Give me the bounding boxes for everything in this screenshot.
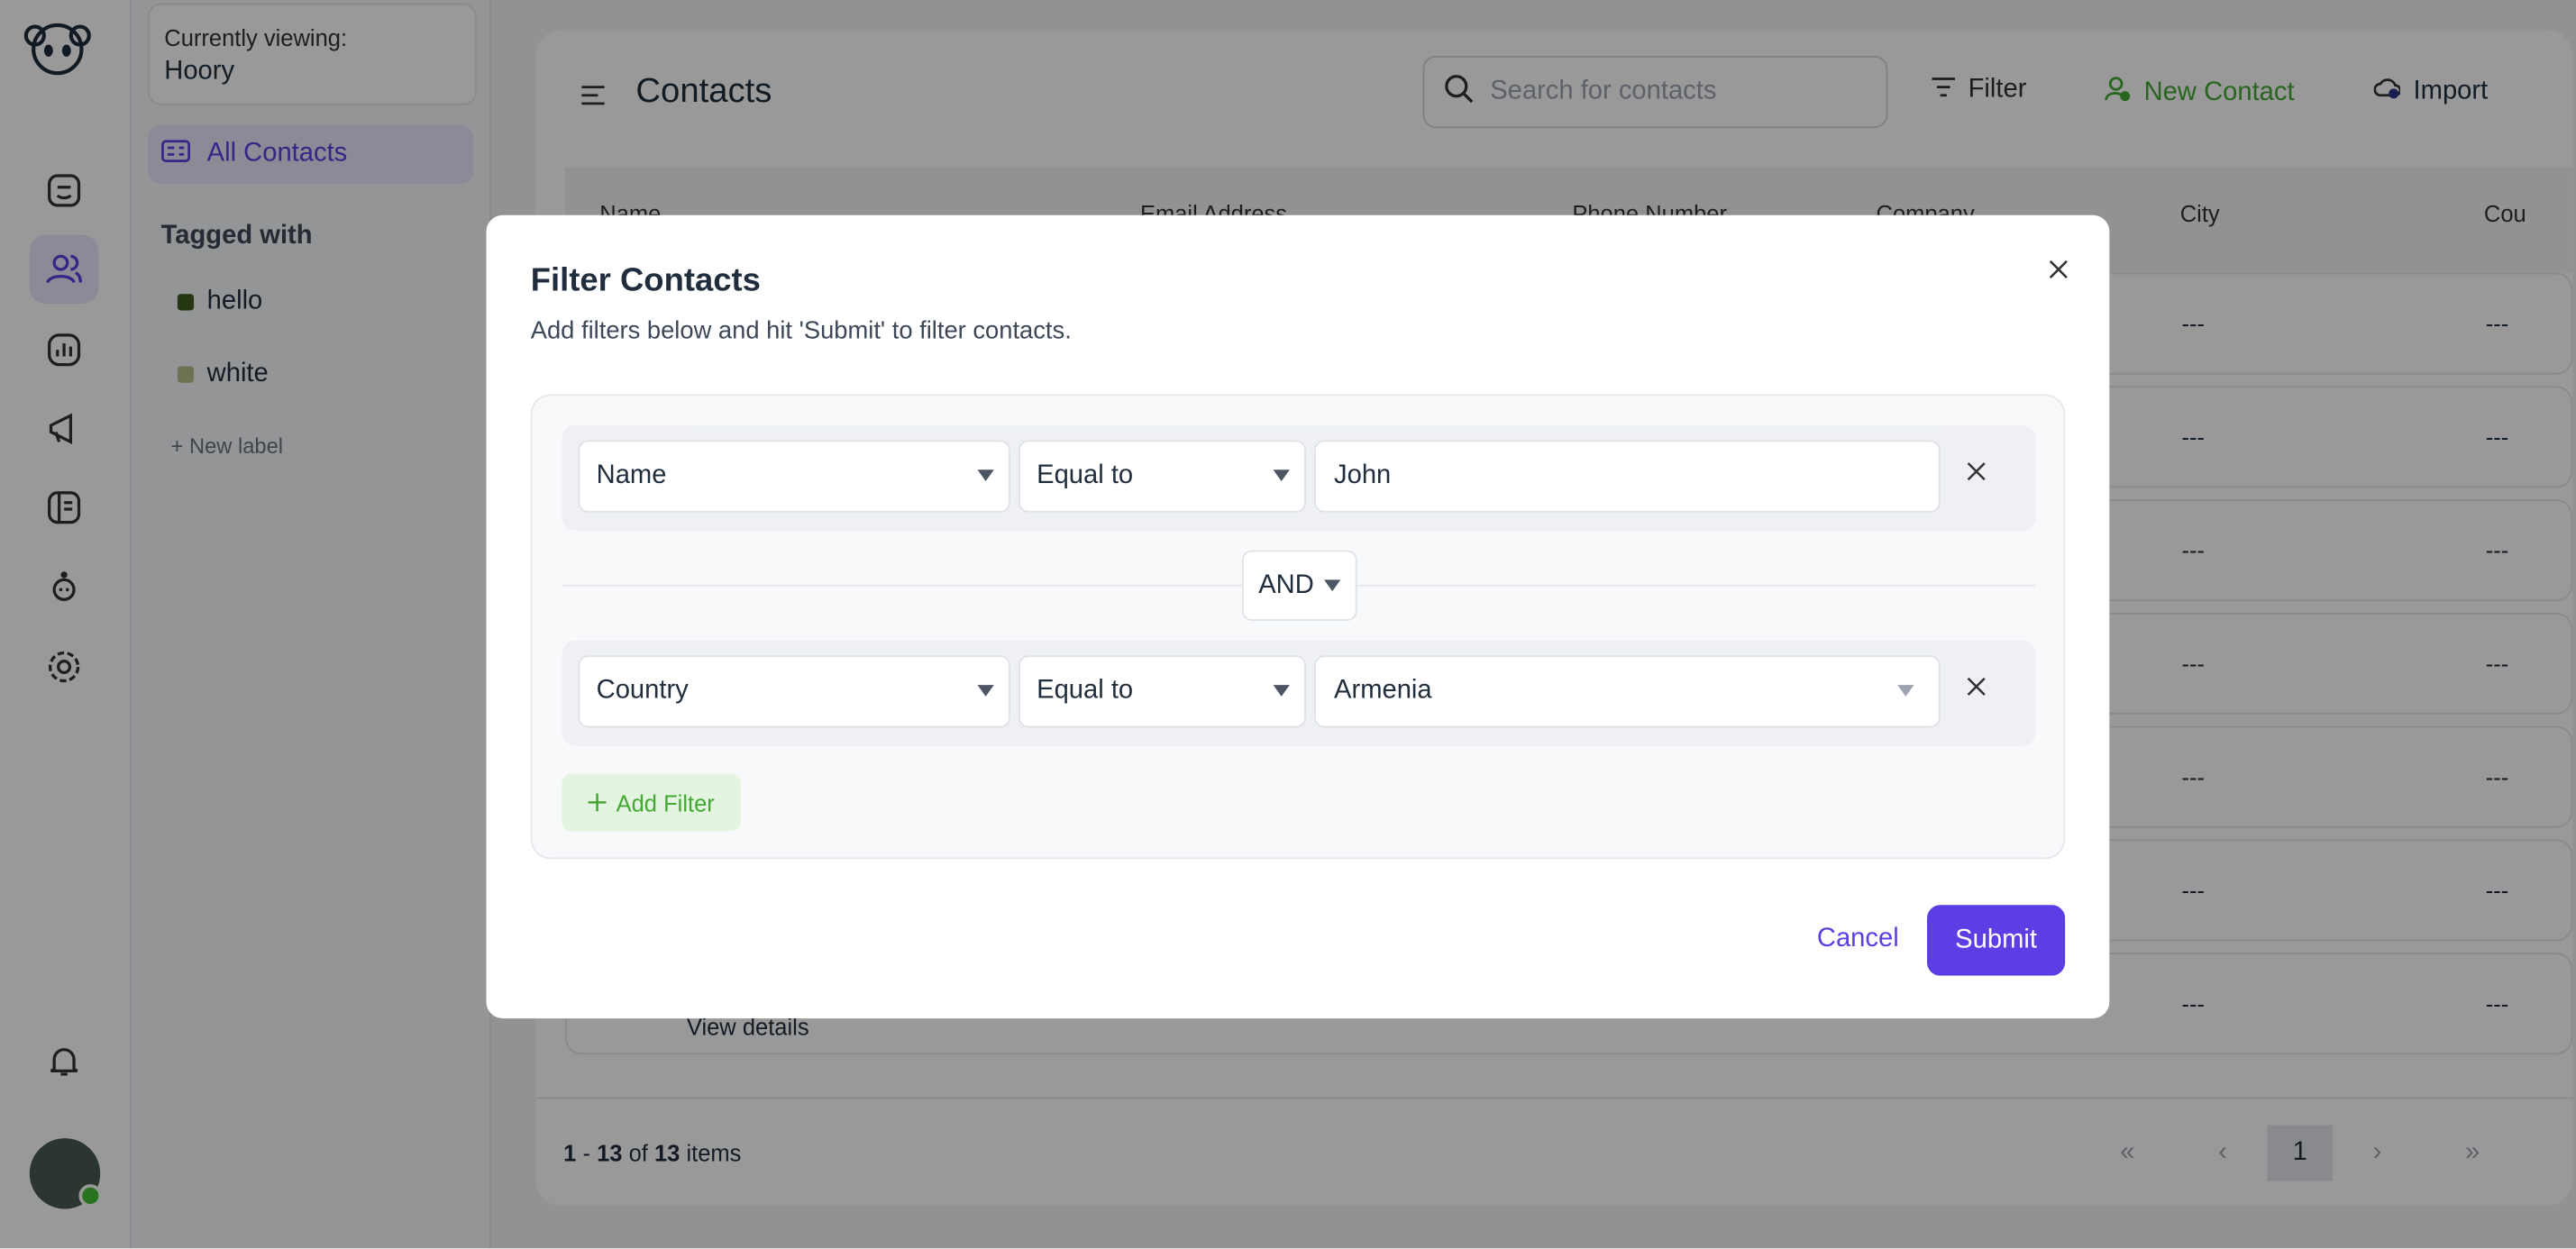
operator-select[interactable]: Equal to: [1019, 440, 1307, 513]
caret-down-icon: [1324, 579, 1341, 592]
caret-down-icon: [1897, 685, 1914, 697]
caret-down-icon: [977, 685, 994, 697]
modal-title: Filter Contacts: [530, 262, 761, 299]
caret-down-icon: [1273, 685, 1290, 697]
caret-down-icon: [977, 470, 994, 482]
caret-down-icon: [1273, 470, 1290, 482]
filter-row: Country Equal to Armenia: [562, 640, 2036, 746]
modal-description: Add filters below and hit 'Submit' to fi…: [530, 316, 1072, 345]
operator-select[interactable]: Equal to: [1019, 655, 1307, 728]
filter-conditions: Name Equal to John AND Country Equal to …: [530, 394, 2066, 860]
close-icon[interactable]: [2041, 251, 2077, 287]
plus-icon: [588, 789, 607, 816]
query-operator-select[interactable]: AND: [1241, 550, 1357, 621]
remove-filter-icon[interactable]: [1967, 675, 1987, 705]
value-select[interactable]: Armenia: [1314, 655, 1941, 728]
app: Currently viewing: Hoory All Contacts Ta…: [0, 0, 2576, 1249]
add-filter-button[interactable]: Add Filter: [562, 773, 742, 832]
submit-button[interactable]: Submit: [1927, 905, 2066, 976]
value-input[interactable]: John: [1314, 440, 1941, 513]
remove-filter-icon[interactable]: [1967, 460, 1987, 489]
cancel-button[interactable]: Cancel: [1817, 925, 1899, 954]
filter-contacts-modal: Filter Contacts Add filters below and hi…: [486, 214, 2110, 1019]
add-filter-label: Add Filter: [616, 789, 715, 816]
attribute-select[interactable]: Name: [578, 440, 1010, 513]
filter-row: Name Equal to John: [562, 425, 2036, 531]
attribute-select[interactable]: Country: [578, 655, 1010, 728]
